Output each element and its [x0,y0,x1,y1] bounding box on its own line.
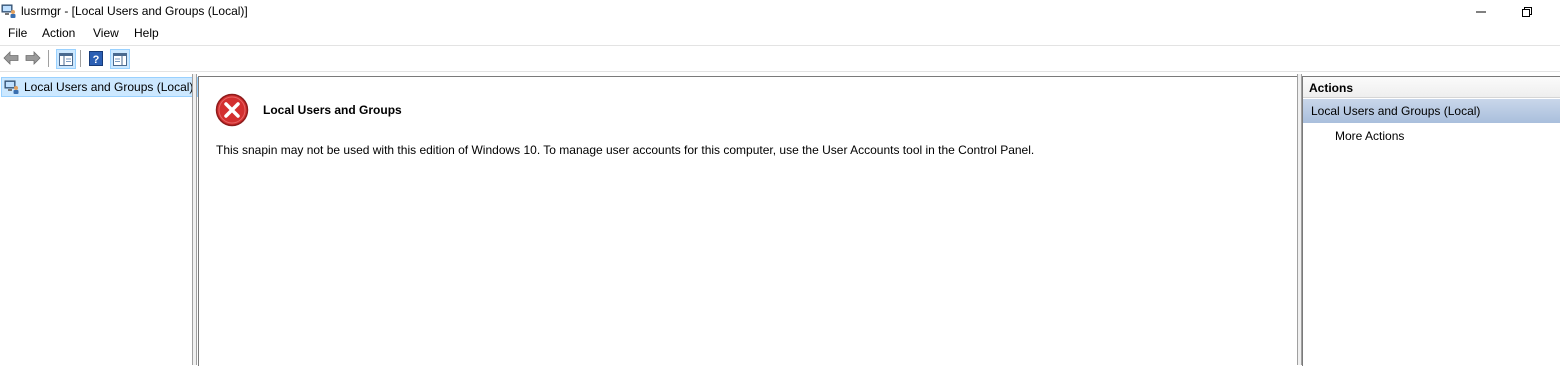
error-title: Local Users and Groups [263,103,402,117]
show-hide-action-pane-icon[interactable] [110,49,130,69]
title-bar: lusrmgr - [Local Users and Groups (Local… [0,0,1560,23]
computer-users-icon [4,79,20,98]
error-icon [215,93,249,127]
tree-item-local-users-and-groups[interactable]: Local Users and Groups (Local) [1,77,199,98]
toolbar-separator [48,50,49,67]
actions-section-header[interactable]: Local Users and Groups (Local) [1303,99,1560,123]
actions-section-label: Local Users and Groups (Local) [1311,104,1481,118]
actions-pane: Actions Local Users and Groups (Local) M… [1302,76,1560,366]
actions-header: Actions [1303,77,1560,98]
show-hide-console-tree-icon[interactable] [56,49,76,69]
back-arrow-icon[interactable] [2,49,20,67]
window-title: lusrmgr - [Local Users and Groups (Local… [21,4,248,18]
svg-text:?: ? [93,54,100,66]
more-actions-link[interactable]: More Actions [1335,129,1404,143]
help-icon[interactable]: ? [87,49,105,67]
pane-splitter[interactable] [192,74,197,365]
actions-header-label: Actions [1309,81,1354,95]
console-tree: Local Users and Groups (Local) [0,74,199,365]
forward-arrow-icon[interactable] [24,49,42,67]
minimize-button[interactable] [1458,0,1504,23]
menu-action[interactable]: Action [40,26,77,40]
menu-bar: File Action View Help [0,23,1560,44]
toolbar-separator [80,50,81,67]
menu-file[interactable]: File [6,26,29,40]
tree-item-label: Local Users and Groups (Local) [24,80,194,94]
computer-users-icon [1,3,17,19]
restore-button[interactable] [1504,0,1550,23]
menu-view[interactable]: View [91,26,121,40]
error-message: This snapin may not be used with this ed… [216,143,1035,157]
menu-help[interactable]: Help [132,26,161,40]
toolbar: ? [0,45,1560,72]
result-pane: Local Users and Groups This snapin may n… [198,76,1298,366]
